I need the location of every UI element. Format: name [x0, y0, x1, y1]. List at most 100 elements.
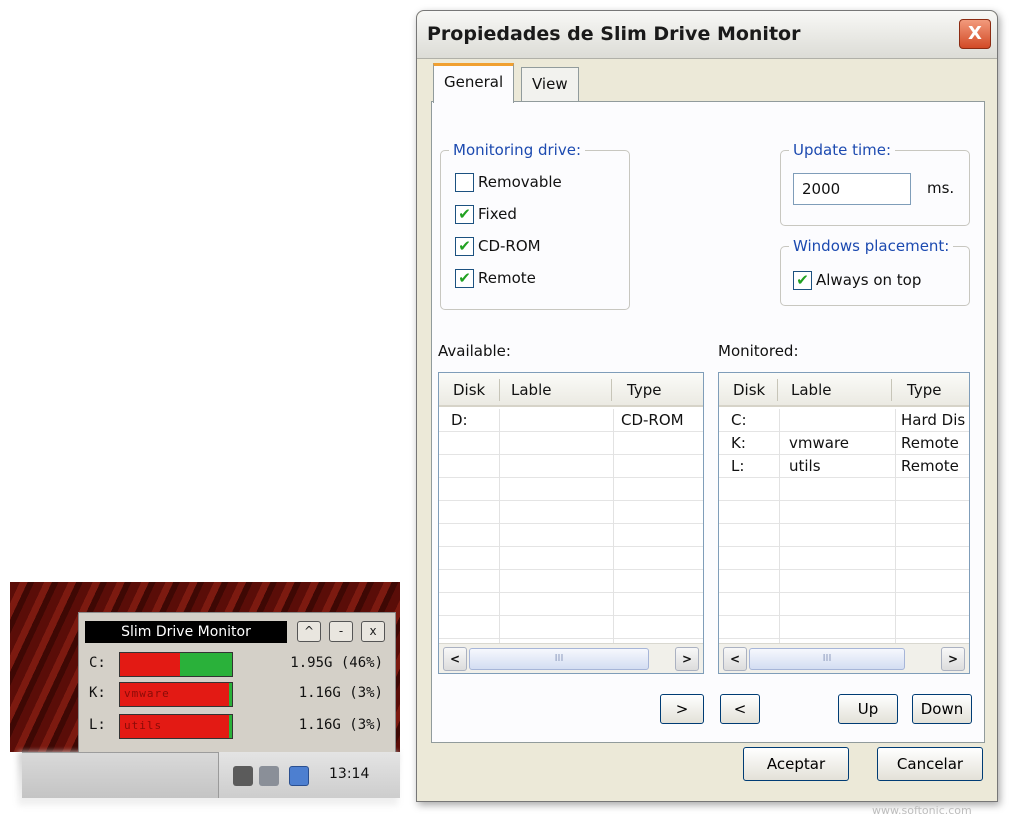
monitoring-drive-group: Monitoring drive: Removable ✔ Fixed ✔ CD-R…: [440, 141, 630, 310]
tab-view[interactable]: View: [521, 67, 579, 101]
drive-bar-label: vmware: [124, 687, 170, 700]
monitored-list[interactable]: Disk Lable Type C: Hard Dis K: vmware Re…: [718, 372, 970, 674]
column-lable[interactable]: Lable: [511, 381, 551, 399]
drive-free-size: 1.95G (46%): [290, 655, 383, 671]
dialog-title: Propiedades de Slim Drive Monitor: [427, 23, 801, 45]
drive-letter: K:: [89, 685, 106, 701]
checkbox-label: Fixed: [478, 205, 517, 223]
cell-type[interactable]: Remote: [901, 434, 969, 452]
column-disk[interactable]: Disk: [453, 381, 485, 399]
scroll-thumb[interactable]: III: [469, 648, 649, 670]
drive-monitor-widget: Slim Drive Monitor ^ - x C: 1.95G (46%) …: [78, 612, 396, 754]
checkbox-box[interactable]: [455, 173, 474, 192]
column-line: [499, 409, 500, 643]
scroll-right-button[interactable]: >: [941, 647, 965, 671]
scroll-left-button[interactable]: <: [723, 647, 747, 671]
tray-clock: 13:14: [329, 766, 370, 782]
column-type[interactable]: Type: [627, 381, 661, 399]
checkbox-box[interactable]: ✔: [455, 269, 474, 288]
group-title: Monitoring drive:: [449, 141, 585, 159]
drive-usage-bar: [119, 652, 233, 677]
checkbox-fixed[interactable]: ✔ Fixed: [455, 203, 517, 227]
checkbox-box[interactable]: ✔: [455, 205, 474, 224]
scroll-thumb[interactable]: III: [749, 648, 905, 670]
cell-type[interactable]: Hard Dis: [901, 411, 969, 429]
column-separator[interactable]: [499, 379, 500, 401]
scroll-left-button[interactable]: <: [443, 647, 467, 671]
column-line: [613, 409, 614, 643]
add-to-monitored-button[interactable]: >: [660, 694, 704, 724]
checkbox-cd-rom[interactable]: ✔ CD-ROM: [455, 235, 541, 259]
network-icon[interactable]: [259, 766, 279, 786]
drive-free-size: 1.16G (3%): [298, 685, 383, 701]
column-separator[interactable]: [611, 379, 612, 401]
drive-usage-fill: [120, 653, 181, 676]
horizontal-scrollbar[interactable]: < III >: [439, 643, 703, 673]
drive-free-size: 1.16G (3%): [298, 717, 383, 733]
horizontal-scrollbar[interactable]: < III >: [719, 643, 969, 673]
remove-from-monitored-button[interactable]: <: [720, 694, 760, 724]
available-list[interactable]: Disk Lable Type D: CD-ROM < III >: [438, 372, 704, 674]
available-label: Available:: [438, 342, 511, 360]
webcam-icon[interactable]: [233, 766, 253, 786]
widget-title: Slim Drive Monitor: [85, 621, 287, 643]
tab-general[interactable]: General: [433, 63, 515, 103]
list-header: Disk Lable Type: [719, 373, 969, 407]
move-down-button[interactable]: Down: [912, 694, 972, 724]
monitored-label: Monitored:: [718, 342, 799, 360]
accept-button[interactable]: Aceptar: [743, 747, 849, 781]
general-panel: Monitoring drive: Removable ✔ Fixed ✔ CD-R…: [431, 101, 985, 743]
group-title: Update time:: [789, 141, 896, 159]
checkbox-removable[interactable]: Removable: [455, 171, 562, 195]
drive-row-k: K: vmware 1.16G (3%): [85, 681, 391, 707]
widget-minimize-button[interactable]: -: [329, 621, 353, 642]
checkbox-label: Removable: [478, 173, 562, 191]
update-time-input[interactable]: 2000: [793, 173, 911, 205]
checkbox-remote[interactable]: ✔ Remote: [455, 267, 536, 291]
update-time-unit: ms.: [927, 179, 955, 197]
windows-placement-group: Windows placement: ✔ Always on top: [780, 237, 970, 306]
checkbox-always-on-top[interactable]: ✔ Always on top: [793, 269, 921, 293]
column-disk[interactable]: Disk: [733, 381, 765, 399]
checkbox-box[interactable]: ✔: [793, 271, 812, 290]
list-rows: C: Hard Dis K: vmware Remote L: utils Re…: [719, 409, 969, 643]
checkbox-label: Remote: [478, 269, 536, 287]
column-line: [895, 409, 896, 643]
cell-type[interactable]: CD-ROM: [621, 411, 684, 429]
system-tray: 13:14: [218, 752, 400, 798]
widget-collapse-button[interactable]: ^: [297, 621, 321, 642]
properties-dialog: Propiedades de Slim Drive Monitor X Gene…: [416, 10, 998, 802]
drive-letter: L:: [89, 717, 106, 733]
drive-letter: C:: [89, 655, 106, 671]
drive-usage-bar: vmware: [119, 682, 233, 707]
update-time-group: Update time: 2000 ms.: [780, 141, 970, 226]
drive-monitor-tray-icon[interactable]: [289, 766, 309, 786]
cell-lable[interactable]: utils: [789, 457, 821, 475]
list-header: Disk Lable Type: [439, 373, 703, 407]
scroll-right-button[interactable]: >: [675, 647, 699, 671]
close-button[interactable]: X: [959, 19, 991, 49]
cancel-button[interactable]: Cancelar: [877, 747, 983, 781]
dialog-titlebar: Propiedades de Slim Drive Monitor X: [417, 11, 997, 59]
column-type[interactable]: Type: [907, 381, 941, 399]
checkbox-box[interactable]: ✔: [455, 237, 474, 256]
column-lable[interactable]: Lable: [791, 381, 831, 399]
drive-bar-label: utils: [124, 719, 163, 732]
column-separator[interactable]: [777, 379, 778, 401]
cell-disk[interactable]: L:: [731, 457, 744, 475]
cell-disk[interactable]: K:: [731, 434, 746, 452]
group-title: Windows placement:: [789, 237, 954, 255]
widget-close-button[interactable]: x: [361, 621, 385, 642]
cell-disk[interactable]: C:: [731, 411, 747, 429]
move-up-button[interactable]: Up: [838, 694, 898, 724]
list-rows: D: CD-ROM: [439, 409, 703, 643]
column-separator[interactable]: [891, 379, 892, 401]
watermark: www.softonic.com: [872, 804, 972, 817]
cell-lable[interactable]: vmware: [789, 434, 849, 452]
drive-row-l: L: utils 1.16G (3%): [85, 713, 391, 739]
drive-usage-bar: utils: [119, 714, 233, 739]
checkbox-label: CD-ROM: [478, 237, 541, 255]
drive-row-c: C: 1.95G (46%): [85, 651, 391, 677]
cell-disk[interactable]: D:: [451, 411, 468, 429]
cell-type[interactable]: Remote: [901, 457, 969, 475]
